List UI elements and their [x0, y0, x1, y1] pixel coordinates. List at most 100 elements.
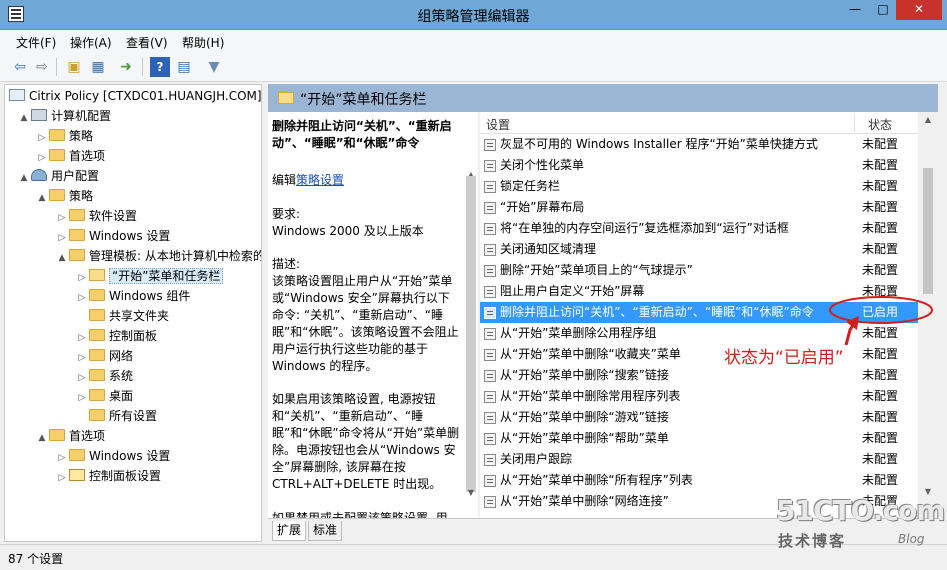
folder-icon: [89, 369, 105, 381]
list-item[interactable]: 删除“开始”菜单项目上的“气球提示” 未配置: [480, 260, 918, 281]
tree-item-admin-templates[interactable]: ▲ 管理模板: 从本地计算机中检索的: [55, 246, 261, 268]
setting-state: 未配置: [862, 200, 899, 214]
tree-item-all-settings[interactable]: 所有设置: [75, 406, 157, 426]
list-item[interactable]: 关闭个性化菜单 未配置: [480, 155, 918, 176]
watermark-blog: Blog: [898, 532, 925, 546]
description-scrollbar[interactable]: ▲ ▼: [464, 112, 478, 518]
properties-icon[interactable]: ▤: [174, 57, 194, 77]
tree-item-windows-components[interactable]: ▷ Windows 组件: [75, 286, 190, 306]
expand-icon[interactable]: ▷: [75, 368, 89, 388]
details-header: “开始”菜单和任务栏: [268, 84, 938, 112]
forward-arrow-icon[interactable]: ⇨: [32, 57, 52, 77]
policy-icon: [9, 89, 25, 101]
maximize-button[interactable]: □: [868, 0, 898, 20]
collapse-icon[interactable]: ▲: [17, 108, 31, 128]
close-button[interactable]: ✕: [896, 0, 942, 20]
collapse-icon[interactable]: ▲: [17, 168, 31, 188]
tree-item-user-config[interactable]: ▲ 用户配置: [17, 166, 99, 186]
list-item[interactable]: 将“在单独的内存空间运行”复选框添加到“运行”对话框 未配置: [480, 218, 918, 239]
minimize-button[interactable]: —: [840, 0, 870, 20]
list-item[interactable]: 从“开始”菜单中删除常用程序列表 未配置: [480, 386, 918, 407]
filter-icon[interactable]: ▼: [204, 57, 224, 77]
tree-item-preferences[interactable]: ▷ 首选项: [35, 146, 105, 166]
expand-icon[interactable]: ▷: [35, 148, 49, 168]
list-item[interactable]: 删除并阻止访问“关机”、“重新启动”、“睡眠”和“休眠”命令 已启用: [480, 302, 918, 323]
column-state[interactable]: 状态: [868, 116, 892, 133]
expand-icon[interactable]: ▷: [55, 468, 69, 488]
menu-view[interactable]: 查看(V): [126, 34, 168, 51]
menu-action[interactable]: 操作(A): [70, 34, 112, 51]
tree-item-pref-windows-settings[interactable]: ▷ Windows 设置: [55, 446, 170, 466]
expand-icon[interactable]: ▷: [75, 288, 89, 308]
expand-icon[interactable]: ▷: [75, 388, 89, 408]
column-setting[interactable]: 设置: [486, 116, 510, 133]
list-item[interactable]: 从“开始”菜单中删除“帮助”菜单 未配置: [480, 428, 918, 449]
list-item[interactable]: “开始”屏幕布局 未配置: [480, 197, 918, 218]
setting-state: 未配置: [862, 452, 899, 466]
menu-file[interactable]: 文件(F): [16, 34, 56, 51]
tree-item-software-settings[interactable]: ▷ 软件设置: [55, 206, 137, 226]
collapse-icon[interactable]: ▲: [35, 428, 49, 448]
up-folder-icon[interactable]: ▣: [64, 57, 84, 77]
tree-item-shared-folders[interactable]: 共享文件夹: [75, 306, 169, 326]
scroll-up-icon[interactable]: ▲: [920, 112, 936, 128]
policy-setting-icon: [484, 454, 496, 466]
tree-item-policies[interactable]: ▷ 策略: [35, 126, 93, 146]
menu-bar: 文件(F) 操作(A) 查看(V) 帮助(H): [0, 30, 947, 52]
export-list-icon[interactable]: ➜: [116, 57, 136, 77]
show-hide-tree-icon[interactable]: ▦: [88, 57, 108, 77]
settings-count: 87 个设置: [8, 552, 64, 566]
tree-item-windows-settings[interactable]: ▷ Windows 设置: [55, 226, 170, 246]
tab-extended[interactable]: 扩展: [272, 521, 307, 541]
list-item[interactable]: 从“开始”菜单中删除“游戏”链接 未配置: [480, 407, 918, 428]
tree-item-desktop[interactable]: ▷ 桌面: [75, 386, 133, 406]
scroll-thumb[interactable]: [923, 168, 933, 294]
tree-item-system[interactable]: ▷ 系统: [75, 366, 133, 386]
help-icon[interactable]: ?: [150, 57, 170, 77]
setting-name: 关闭个性化菜单: [500, 158, 585, 172]
navigation-tree[interactable]: Citrix Policy [CTXDC01.HUANGJH.COM] ▲ 计算机…: [4, 84, 262, 542]
policy-setting-icon: [484, 412, 496, 424]
list-item[interactable]: 从“开始”菜单中删除“所有程序”列表 未配置: [480, 470, 918, 491]
list-scrollbar[interactable]: ▲ ▼: [920, 112, 936, 518]
list-item[interactable]: 从“开始”菜单中删除“搜索”链接 未配置: [480, 365, 918, 386]
expand-icon[interactable]: ▷: [75, 328, 89, 348]
expand-icon[interactable]: ▷: [55, 208, 69, 228]
description-pane: 删除并阻止访问“关机”、“重新启动”、“睡眠”和“休眠”命令 编辑策略设置 要求…: [268, 112, 464, 518]
setting-name: 从“开始”菜单中删除“游戏”链接: [500, 410, 669, 424]
tree-item-user-policies[interactable]: ▲ 策略: [35, 186, 93, 206]
settings-list[interactable]: 设置 状态 灰显不可用的 Windows Installer 程序“开始”菜单快…: [480, 112, 918, 518]
tree-item-start-menu-taskbar[interactable]: ▷ “开始”菜单和任务栏: [75, 266, 224, 288]
collapse-icon[interactable]: ▲: [35, 188, 49, 208]
expand-icon[interactable]: ▷: [35, 128, 49, 148]
list-item[interactable]: 锁定任务栏 未配置: [480, 176, 918, 197]
tree-item-control-panel[interactable]: ▷ 控制面板: [75, 326, 157, 346]
folder-icon: [89, 349, 105, 361]
policy-setting-icon: [484, 349, 496, 361]
tree-item-root[interactable]: Citrix Policy [CTXDC01.HUANGJH.COM]: [9, 86, 261, 106]
tree-item-network[interactable]: ▷ 网络: [75, 346, 133, 366]
scroll-down-icon[interactable]: ▼: [464, 486, 478, 500]
list-item[interactable]: 从“开始”菜单删除公用程序组 未配置: [480, 323, 918, 344]
tab-standard[interactable]: 标准: [308, 521, 343, 541]
expand-icon[interactable]: ▷: [55, 448, 69, 468]
list-item[interactable]: 灰显不可用的 Windows Installer 程序“开始”菜单快捷方式 未配置: [480, 134, 918, 155]
policy-setting-icon: [484, 475, 496, 487]
tree-item-computer-config[interactable]: ▲ 计算机配置: [17, 106, 111, 126]
description-text-2: 如果启用该策略设置, 电源按钮和“关机”、“重新启动”、“睡眠”和“休眠”命令将…: [272, 392, 460, 491]
expand-icon[interactable]: ▷: [75, 268, 89, 288]
expand-icon[interactable]: ▷: [55, 228, 69, 248]
expand-icon[interactable]: ▷: [75, 348, 89, 368]
menu-help[interactable]: 帮助(H): [182, 34, 224, 51]
tree-item-control-panel-settings[interactable]: ▷ 控制面板设置: [55, 466, 161, 486]
window-title: 组策略管理编辑器: [417, 9, 530, 25]
list-item[interactable]: 从“开始”菜单中删除“收藏夹”菜单 未配置: [480, 344, 918, 365]
collapse-icon[interactable]: ▲: [55, 248, 69, 268]
list-item[interactable]: 关闭用户跟踪 未配置: [480, 449, 918, 470]
back-arrow-icon[interactable]: ⇦: [10, 57, 30, 77]
scroll-thumb[interactable]: [466, 176, 476, 492]
edit-policy-link[interactable]: 策略设置: [296, 173, 344, 187]
list-item[interactable]: 关闭通知区域清理 未配置: [480, 239, 918, 260]
list-item[interactable]: 阻止用户自定义“开始”屏幕 未配置: [480, 281, 918, 302]
tree-item-user-preferences[interactable]: ▲ 首选项: [35, 426, 105, 446]
